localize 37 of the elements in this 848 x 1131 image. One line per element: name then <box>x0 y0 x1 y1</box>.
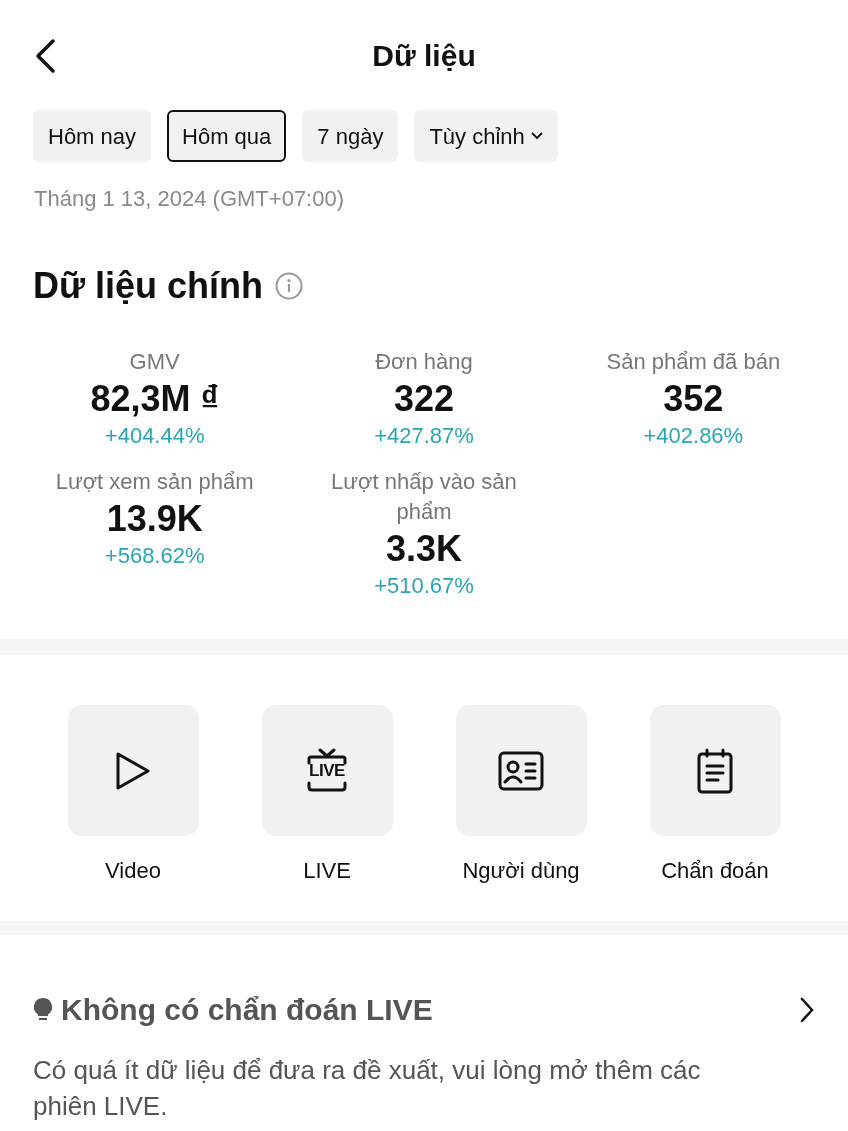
metric-value: 82,3M ₫ <box>90 377 219 421</box>
clipboard-icon <box>696 747 734 794</box>
section-title: Dữ liệu chính <box>33 264 264 308</box>
metric-change: +402.86% <box>643 422 744 450</box>
metric-change: +404.44% <box>104 422 205 450</box>
date-filter-tab[interactable]: Tùy chỉnh <box>414 110 558 162</box>
shortcut-label: Người dùng <box>462 857 580 885</box>
date-filter-tab[interactable]: Hôm nay <box>33 110 152 162</box>
insight-text: Có quá ít dữ liệu để đưa ra đề xuất, vui lòng mở thêm các phiên LIVE. <box>32 1054 702 1123</box>
date-filter-tab[interactable]: 7 ngày <box>302 110 399 162</box>
date-filter-tab[interactable]: Hôm qua <box>167 110 287 162</box>
insight-title: Không có chẩn đoán LIVE <box>61 992 434 1028</box>
shortcut-label: Video <box>105 857 161 885</box>
metric-label: GMV <box>129 348 180 376</box>
metric-label: Lượt nhấp vào sản phẩm <box>330 468 518 526</box>
page-title: Dữ liệu <box>372 37 476 74</box>
metric-value: 3.3K <box>385 527 462 571</box>
back-icon[interactable] <box>34 38 56 74</box>
info-icon[interactable] <box>275 272 304 300</box>
metric-change: +568.62% <box>104 542 205 570</box>
shortcut-button[interactable] <box>455 705 587 836</box>
metric-label: Đơn hàng <box>375 348 473 376</box>
id-card-icon <box>498 750 544 791</box>
metric-value: 13.9K <box>106 497 203 541</box>
chevron-right-icon[interactable] <box>799 996 815 1023</box>
shortcut-label: Chẩn đoán <box>661 857 769 885</box>
metric-label: Lượt xem sản phẩm <box>55 468 254 496</box>
lightbulb-icon <box>33 996 53 1023</box>
metric-value: 352 <box>663 377 724 421</box>
metric-label: Sản phẩm đã bán <box>606 348 781 376</box>
metric-change: +427.87% <box>374 422 474 450</box>
shortcut-label: LIVE <box>303 857 351 885</box>
shortcut-button[interactable] <box>649 705 781 836</box>
shortcut-button[interactable]: LIVE <box>261 705 393 836</box>
date-range: Tháng 1 13, 2024 (GMT+07:00) <box>33 185 346 213</box>
metric-value: 322 <box>393 377 455 421</box>
metric-change: +510.67% <box>374 572 474 600</box>
